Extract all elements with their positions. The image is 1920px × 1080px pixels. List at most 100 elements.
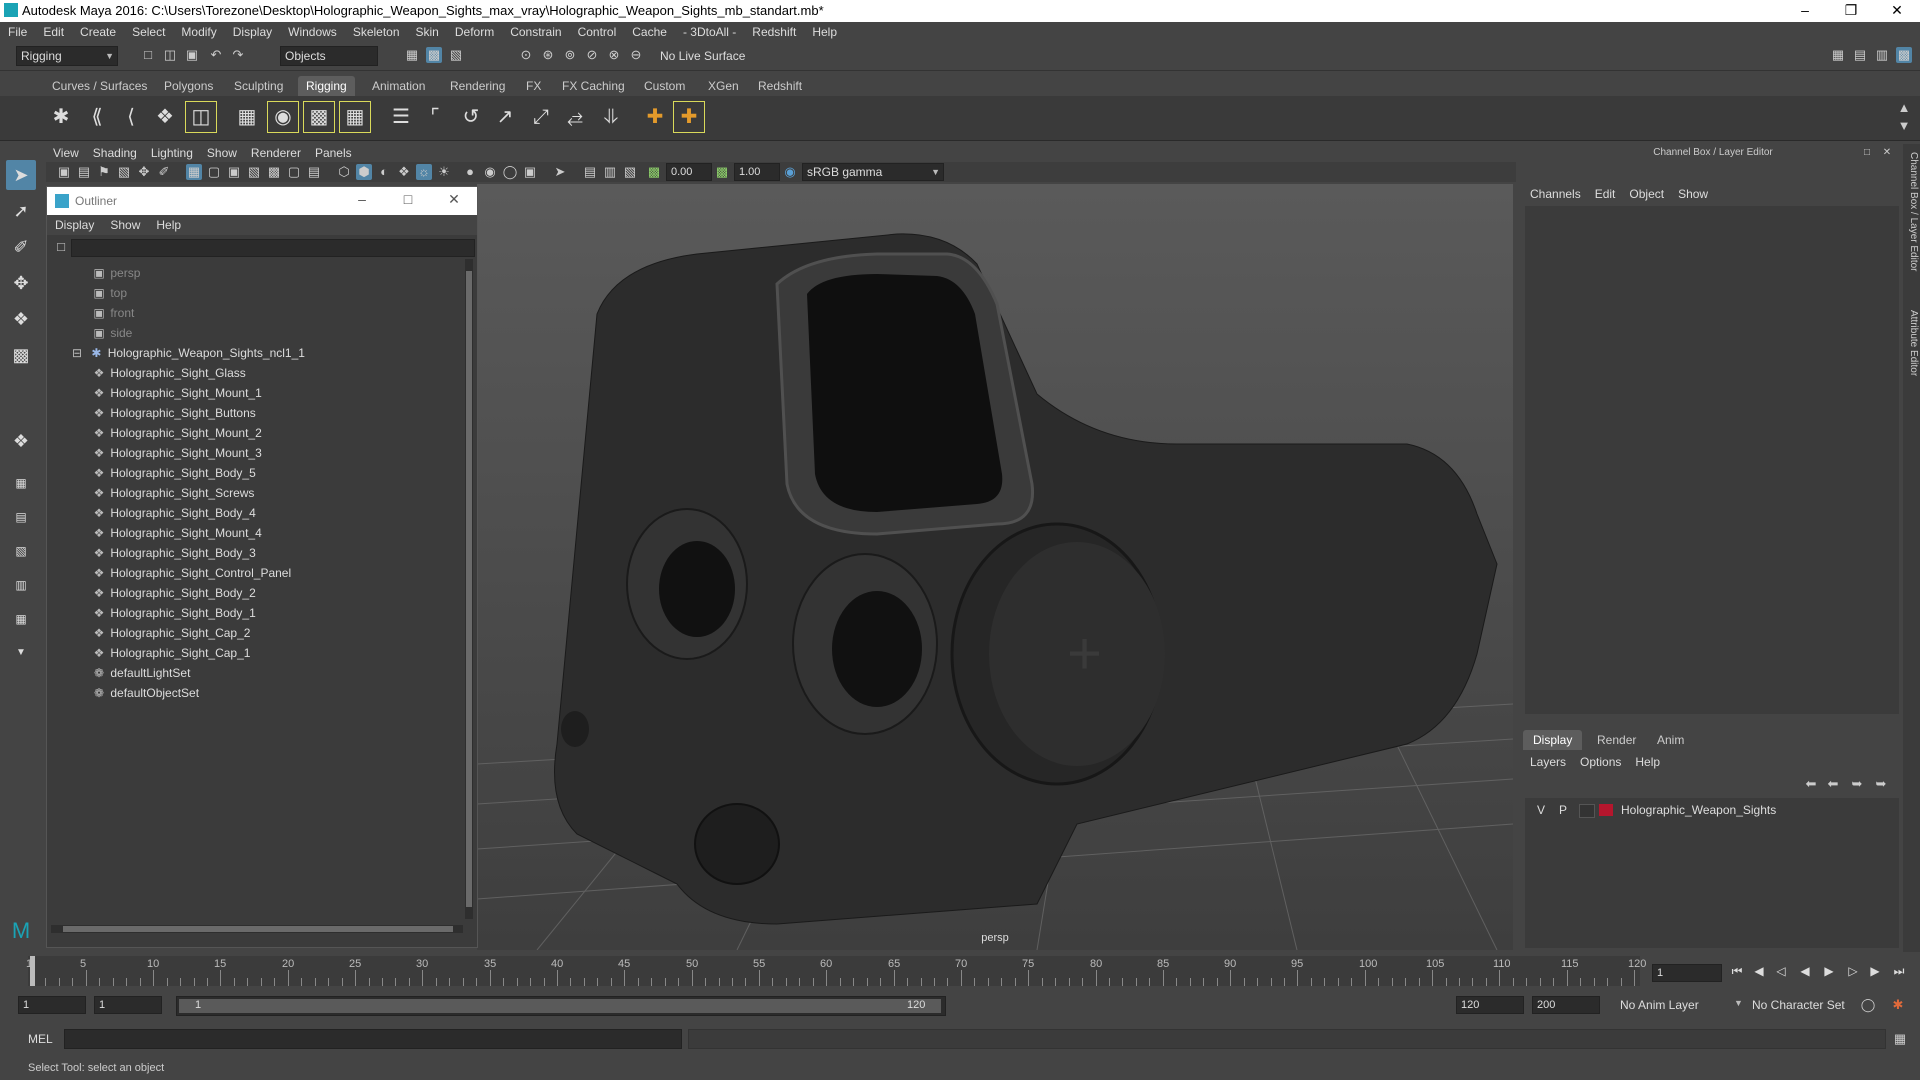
point-constraint-icon[interactable]: ⌜ xyxy=(420,102,450,132)
motion-blur-icon[interactable]: ◉ xyxy=(482,164,498,180)
anti-alias-icon[interactable]: ◯ xyxy=(502,164,518,180)
xray-joints-icon[interactable]: ▥ xyxy=(602,164,618,180)
panel-menu-show[interactable]: Show xyxy=(200,144,244,162)
parent-constraint-icon[interactable]: ⥄ xyxy=(560,102,590,132)
undo-icon[interactable]: ↶ xyxy=(208,47,224,63)
menu-create[interactable]: Create xyxy=(72,22,124,42)
go-to-start-icon[interactable]: ⏮ xyxy=(1728,964,1746,980)
current-frame-marker[interactable] xyxy=(30,956,35,986)
layer-color-swatch[interactable] xyxy=(1599,804,1613,816)
layer-name[interactable]: Holographic_Weapon_Sights xyxy=(1621,800,1776,820)
layout-vert-icon[interactable]: ▥ xyxy=(6,570,36,600)
pole-vector-icon[interactable]: ⥥ xyxy=(596,102,626,132)
shelf-tab-fx[interactable]: FX xyxy=(518,76,549,96)
new-layer-icon[interactable]: ➥ xyxy=(1849,776,1865,792)
isolate-select-icon[interactable]: ➤ xyxy=(552,164,568,180)
collapse-icon[interactable]: ⊟ xyxy=(69,343,85,363)
panel-menu-view[interactable]: View xyxy=(46,144,86,162)
snap-vertex-icon[interactable]: ⊖ xyxy=(628,47,644,63)
menu-constrain[interactable]: Constrain xyxy=(502,22,569,42)
step-back-key-icon[interactable]: ◀ xyxy=(1750,964,1768,980)
wireframe-icon[interactable]: ⬡ xyxy=(336,164,352,180)
select-object-icon[interactable]: ▩ xyxy=(426,47,442,63)
film-gate-icon[interactable]: ▢ xyxy=(206,164,222,180)
list-item[interactable]: ▣ top xyxy=(91,283,127,303)
tab-render[interactable]: Render xyxy=(1587,730,1646,750)
menu-file[interactable]: File xyxy=(0,22,35,42)
channel-box-area[interactable] xyxy=(1525,206,1899,714)
outliner-search-input[interactable] xyxy=(71,239,475,257)
move-layer-down-icon[interactable]: ⬅ xyxy=(1825,776,1841,792)
list-item[interactable]: ❖ Holographic_Sight_Mount_3 xyxy=(91,443,262,463)
shelf-tab-curves[interactable]: Curves / Surfaces xyxy=(44,76,155,96)
smooth-bind-icon[interactable]: ▦ xyxy=(232,102,262,132)
wire-deformer-icon[interactable]: ☰ xyxy=(386,102,416,132)
shadows-icon[interactable]: ☀ xyxy=(436,164,452,180)
cb-menu-show[interactable]: Show xyxy=(1671,184,1715,204)
command-language-label[interactable]: MEL xyxy=(28,1032,53,1046)
layer-row[interactable]: V P Holographic_Weapon_Sights xyxy=(1525,800,1899,820)
move-layer-up-icon[interactable]: ⬅ xyxy=(1803,776,1819,792)
cluster-icon[interactable]: ▦ xyxy=(339,101,371,133)
scene-end-field[interactable]: 200 xyxy=(1532,996,1600,1014)
new-layer-selected-icon[interactable]: ➥ xyxy=(1873,776,1889,792)
list-item[interactable]: ▣ side xyxy=(91,323,132,343)
range-slider-handle[interactable] xyxy=(179,999,941,1013)
maximize-button[interactable]: ❐ xyxy=(1828,0,1874,22)
auto-key-icon[interactable]: ◯ xyxy=(1860,997,1876,1013)
layout-stack-icon[interactable]: ▧ xyxy=(6,536,36,566)
paint-weights-icon[interactable]: ◉ xyxy=(267,101,299,133)
layer-visibility-toggle[interactable]: V xyxy=(1537,800,1545,820)
open-scene-icon[interactable]: ◫ xyxy=(162,47,178,63)
list-item[interactable]: ❖ Holographic_Sight_Glass xyxy=(91,363,246,383)
select-hierarchy-icon[interactable]: ▦ xyxy=(404,47,420,63)
step-forward-frame-icon[interactable]: ▷ xyxy=(1844,964,1862,980)
anim-layer-dropdown[interactable]: No Anim Layer xyxy=(1620,998,1699,1012)
play-backwards-icon[interactable]: ◀ xyxy=(1796,964,1814,980)
list-item[interactable]: ❖ Holographic_Sight_Mount_1 xyxy=(91,383,262,403)
list-item[interactable]: ❖ Holographic_Sight_Body_2 xyxy=(91,583,256,603)
list-item[interactable]: ❖ Holographic_Sight_Body_3 xyxy=(91,543,256,563)
joint-tool-icon[interactable]: ✱ xyxy=(46,102,76,132)
list-item[interactable]: ❁ defaultObjectSet xyxy=(91,683,199,703)
grease-pencil-icon[interactable]: ✐ xyxy=(156,164,172,180)
menu-skin[interactable]: Skin xyxy=(408,22,447,42)
menu-display[interactable]: Display xyxy=(225,22,280,42)
depth-of-field-icon[interactable]: ▣ xyxy=(522,164,538,180)
xray-components-icon[interactable]: ▧ xyxy=(622,164,638,180)
shelf-tab-rigging[interactable]: Rigging xyxy=(298,76,355,96)
list-item[interactable]: ❖ Holographic_Sight_Mount_2 xyxy=(91,423,262,443)
safe-action-icon[interactable]: ▢ xyxy=(286,164,302,180)
snap-view-icon[interactable]: ⊘ xyxy=(584,47,600,63)
list-item-group[interactable]: ⊟ ✱ Holographic_Weapon_Sights_ncl1_1 xyxy=(69,343,305,363)
layer-playback-toggle[interactable]: P xyxy=(1559,800,1567,820)
select-mode-dropdown[interactable]: Objects xyxy=(280,46,378,66)
tab-display[interactable]: Display xyxy=(1523,730,1583,750)
select-component-icon[interactable]: ▧ xyxy=(448,47,464,63)
command-input[interactable] xyxy=(64,1029,682,1049)
playback-start-field[interactable]: 1 xyxy=(94,996,162,1014)
time-slider[interactable]: 1510152025303540455055606570758085909510… xyxy=(0,952,1920,992)
close-panel-icon[interactable]: ✕ xyxy=(1879,145,1895,161)
panel-menu-renderer[interactable]: Renderer xyxy=(244,144,308,162)
play-forwards-icon[interactable]: ▶ xyxy=(1820,964,1838,980)
menu-control[interactable]: Control xyxy=(570,22,625,42)
outliner-close-button[interactable]: ✕ xyxy=(439,191,469,208)
shelf-tab-custom[interactable]: Custom xyxy=(636,76,693,96)
outliner-horizontal-scrollbar[interactable] xyxy=(51,925,463,933)
scale-tool-icon[interactable]: ▩ xyxy=(6,340,36,370)
lighting-icon[interactable]: ◐ xyxy=(376,164,392,180)
go-to-end-icon[interactable]: ⏭ xyxy=(1890,964,1908,980)
menuset-dropdown[interactable]: Rigging ▼ xyxy=(16,46,118,66)
list-item[interactable]: ❖ Holographic_Sight_Cap_1 xyxy=(91,643,251,663)
resolution-gate-icon[interactable]: ▣ xyxy=(226,164,242,180)
layout-four-icon[interactable]: ▦ xyxy=(6,468,36,498)
new-scene-icon[interactable]: □ xyxy=(140,47,156,63)
panel-menu-panels[interactable]: Panels xyxy=(308,144,359,162)
playback-end-field[interactable]: 120 xyxy=(1456,996,1524,1014)
ik-spline-icon[interactable]: ⟨ xyxy=(116,102,146,132)
outliner-minimize-button[interactable]: – xyxy=(347,191,377,207)
shelf-tab-rendering[interactable]: Rendering xyxy=(442,76,513,96)
aim-constraint-icon[interactable]: ↺ xyxy=(456,102,486,132)
script-editor-icon[interactable]: ▦ xyxy=(1892,1031,1908,1047)
